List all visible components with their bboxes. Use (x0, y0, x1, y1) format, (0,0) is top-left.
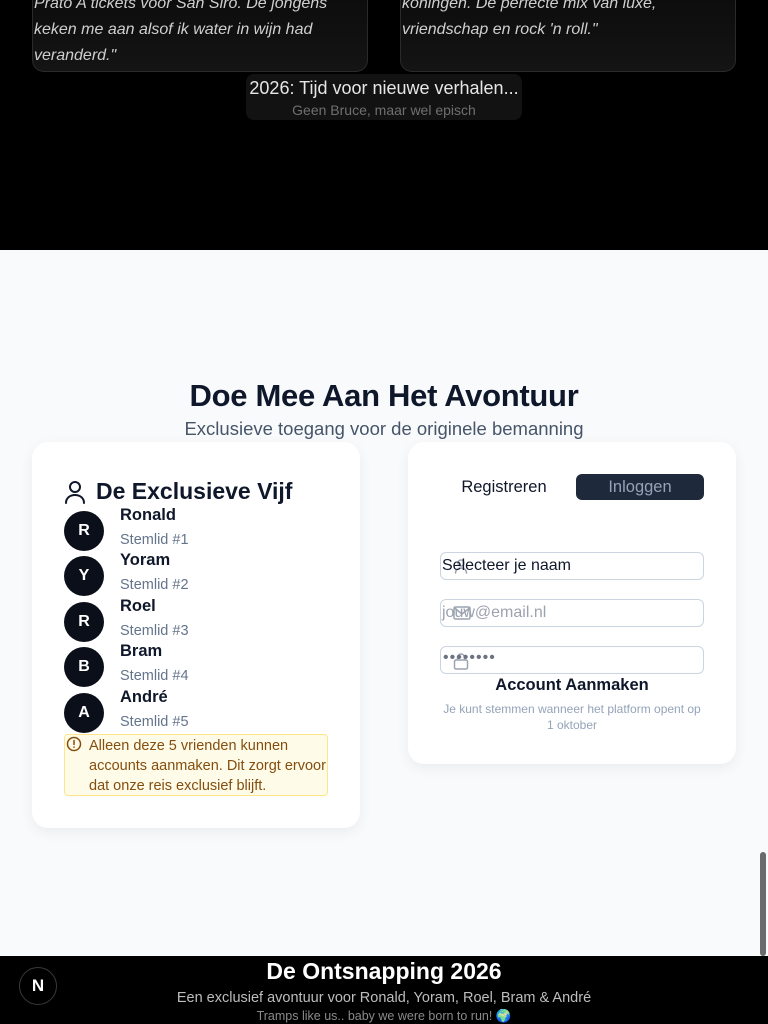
next-chapter-banner: 2026: Tijd voor nieuwe verhalen... Geen … (246, 74, 522, 120)
member-name: Ronald (120, 506, 176, 524)
auth-note: Je kunt stemmen wanneer het platform ope… (443, 702, 701, 732)
banner-title: 2026: Tijd voor nieuwe verhalen... (249, 78, 519, 98)
create-account-button[interactable]: Account Aanmaken (440, 676, 704, 695)
avatar: A (64, 693, 104, 733)
members-title: De Exclusieve Vijf (96, 478, 293, 504)
auth-card: Registreren Inloggen Selecteer je naam j… (408, 442, 736, 764)
footer-title: De Ontsnapping 2026 (266, 958, 502, 984)
scrollbar-thumb[interactable] (760, 852, 766, 956)
footer-tagline: Tramps like us.. baby we were born to ru… (256, 1009, 512, 1023)
notice-text: Alleen deze 5 vrienden kunnen accounts a… (89, 738, 326, 794)
name-select[interactable]: Selecteer je naam (440, 552, 704, 580)
member-row: Y Yoram Stemlid #2 (64, 551, 334, 599)
password-field[interactable]: •••••••• (440, 646, 704, 674)
exclusive-notice: Alleen deze 5 vrienden kunnen accounts a… (64, 734, 328, 796)
stories-section: Prato A tickets voor San Siro. De jongen… (0, 0, 768, 250)
footer-subtitle: Een exclusief avontuur voor Ronald, Yora… (176, 990, 592, 1006)
avatar: B (64, 647, 104, 687)
member-row: A André Stemlid #5 (64, 688, 334, 736)
member-name: Bram (120, 642, 163, 660)
avatar: Y (64, 556, 104, 596)
avatar: R (64, 602, 104, 642)
member-role: Stemlid #1 (120, 532, 189, 548)
avatar: R (64, 511, 104, 551)
member-name: Yoram (120, 551, 171, 569)
banner-subtitle: Geen Bruce, maar wel episch (292, 102, 476, 118)
member-role: Stemlid #5 (120, 714, 189, 730)
member-row: B Bram Stemlid #4 (64, 642, 334, 690)
name-select-value: Selecteer je naam (442, 557, 571, 574)
join-title: Doe Mee Aan Het Avontuur (189, 378, 579, 413)
member-row: R Roel Stemlid #3 (64, 597, 334, 645)
members-header: De Exclusieve Vijf (64, 478, 292, 505)
member-role: Stemlid #4 (120, 668, 189, 684)
email-field[interactable]: jouw@email.nl (440, 599, 704, 627)
user-icon (64, 480, 86, 504)
tab-register[interactable]: Registreren (440, 474, 568, 500)
auth-tabs: Registreren Inloggen (440, 474, 704, 500)
story-quote: Prato A tickets voor San Siro. De jongen… (34, 0, 328, 64)
member-name: Roel (120, 597, 156, 615)
join-subtitle: Exclusieve toegang voor de originele bem… (184, 418, 584, 439)
password-value: •••••••• (443, 649, 496, 666)
footer: N De Ontsnapping 2026 Een exclusief avon… (0, 956, 768, 1024)
email-placeholder: jouw@email.nl (442, 604, 547, 621)
story-card: Prato A tickets voor San Siro. De jongen… (32, 0, 368, 72)
story-card: koningen. De perfecte mix van luxe, vrie… (400, 0, 736, 72)
tab-login[interactable]: Inloggen (576, 474, 704, 500)
member-role: Stemlid #2 (120, 577, 189, 593)
member-role: Stemlid #3 (120, 623, 189, 639)
member-row: R Ronald Stemlid #1 (64, 506, 334, 554)
member-name: André (120, 688, 168, 706)
members-card: De Exclusieve Vijf R Ronald Stemlid #1 Y… (32, 442, 360, 828)
story-quote: koningen. De perfecte mix van luxe, vrie… (402, 0, 657, 38)
